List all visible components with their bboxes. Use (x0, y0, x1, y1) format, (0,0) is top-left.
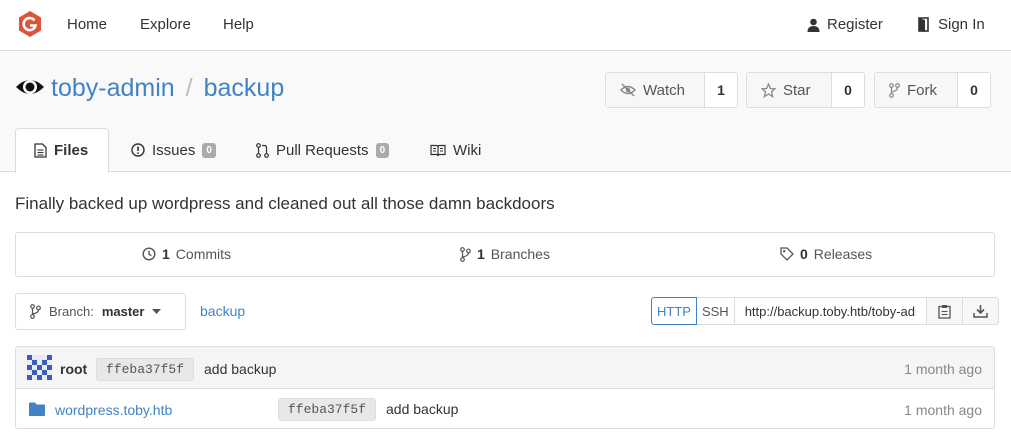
eye-icon (16, 80, 44, 94)
file-commit-message: add backup (386, 401, 459, 417)
fork-button-group: Fork 0 (874, 72, 991, 108)
releases-link[interactable]: 0 Releases (780, 246, 872, 262)
star-label: Star (783, 81, 811, 99)
book-icon (430, 144, 446, 156)
commit-message: add backup (204, 361, 277, 377)
clone-url-group: HTTP SSH (651, 297, 999, 325)
nav-explore-link[interactable]: Explore (140, 16, 191, 33)
file-name-link[interactable]: wordpress.toby.htb (55, 402, 172, 418)
watch-count[interactable]: 1 (705, 73, 737, 107)
issues-count-badge: 0 (202, 142, 216, 158)
branch-dropdown[interactable]: Branch: master (15, 293, 186, 330)
repo-name-link[interactable]: backup (204, 74, 285, 103)
commit-author[interactable]: root (60, 361, 87, 377)
eye-slash-icon (620, 83, 636, 97)
branch-prefix: Branch: (49, 304, 94, 319)
file-text-icon (34, 143, 47, 158)
commits-label: Commits (175, 246, 232, 262)
star-button[interactable]: Star (747, 73, 832, 107)
repo-owner-link[interactable]: toby-admin (51, 74, 175, 103)
clone-url-input[interactable] (734, 297, 927, 325)
repo-title: toby-admin / backup (51, 74, 284, 103)
file-table: root ffeba37f5f add backup 1 month ago w… (15, 346, 995, 429)
branches-link[interactable]: 1 Branches (460, 246, 550, 262)
pull-request-icon (256, 142, 269, 158)
git-branch-icon (30, 304, 41, 319)
repo-title-separator: / (185, 74, 193, 102)
fork-icon (889, 82, 900, 98)
tab-pull-requests[interactable]: Pull Requests 0 (238, 128, 407, 172)
commit-age: 1 month ago (904, 361, 982, 377)
tab-files[interactable]: Files (15, 128, 109, 173)
watch-button-group: Watch 1 (605, 72, 738, 108)
nav-help-link[interactable]: Help (223, 16, 254, 33)
history-icon (142, 247, 156, 261)
file-commit-age: 1 month ago (904, 402, 982, 418)
fork-count[interactable]: 0 (958, 73, 990, 107)
sign-in-icon (918, 17, 929, 32)
branches-label: Branches (490, 246, 550, 262)
breadcrumb-repo-link[interactable]: backup (200, 303, 245, 319)
tab-pull-requests-label: Pull Requests (276, 141, 369, 159)
star-button-group: Star 0 (746, 72, 865, 108)
branches-count: 1 (477, 246, 485, 262)
register-label: Register (827, 16, 883, 33)
repo-stats-bar: 1 Commits 1 Branches 0 Releases (15, 232, 995, 277)
user-icon (807, 18, 820, 32)
caret-down-icon (152, 308, 162, 314)
nav-home-link[interactable]: Home (67, 16, 107, 33)
top-navbar: Home Explore Help Register Sign In (0, 0, 1011, 51)
register-link[interactable]: Register (807, 16, 883, 33)
star-count[interactable]: 0 (832, 73, 864, 107)
http-clone-button[interactable]: HTTP (651, 297, 697, 325)
sign-in-link[interactable]: Sign In (918, 16, 985, 33)
avatar[interactable] (27, 355, 52, 380)
folder-icon (29, 402, 45, 416)
download-button[interactable] (962, 297, 999, 325)
commit-sha-button[interactable]: ffeba37f5f (96, 358, 195, 381)
clipboard-icon (938, 304, 951, 319)
repo-description: Finally backed up wordpress and cleaned … (15, 194, 555, 213)
ssh-clone-button[interactable]: SSH (696, 297, 735, 325)
git-branch-icon (460, 246, 471, 262)
releases-count: 0 (800, 246, 808, 262)
fork-button[interactable]: Fork (875, 73, 958, 107)
commits-count: 1 (162, 246, 170, 262)
download-icon (972, 305, 988, 318)
sign-in-label: Sign In (938, 16, 985, 33)
watch-label: Watch (643, 81, 685, 99)
tag-icon (780, 247, 794, 261)
copy-url-button[interactable] (926, 297, 963, 325)
releases-label: Releases (813, 246, 873, 262)
pull-requests-count-badge: 0 (375, 142, 390, 158)
commits-link[interactable]: 1 Commits (142, 246, 231, 262)
issue-opened-icon (131, 143, 145, 157)
tab-issues[interactable]: Issues 0 (113, 128, 234, 172)
tab-wiki-label: Wiki (453, 141, 482, 159)
latest-commit-row: root ffeba37f5f add backup 1 month ago (16, 347, 994, 389)
file-commit-sha[interactable]: ffeba37f5f (278, 398, 377, 421)
star-icon (761, 82, 776, 98)
tab-wiki[interactable]: Wiki (412, 128, 499, 172)
tab-issues-label: Issues (152, 141, 196, 159)
watch-button[interactable]: Watch (606, 73, 705, 107)
fork-label: Fork (907, 81, 937, 99)
tab-files-label: Files (54, 142, 89, 159)
gogs-logo-icon[interactable] (16, 10, 44, 38)
branch-name: master (101, 304, 145, 319)
